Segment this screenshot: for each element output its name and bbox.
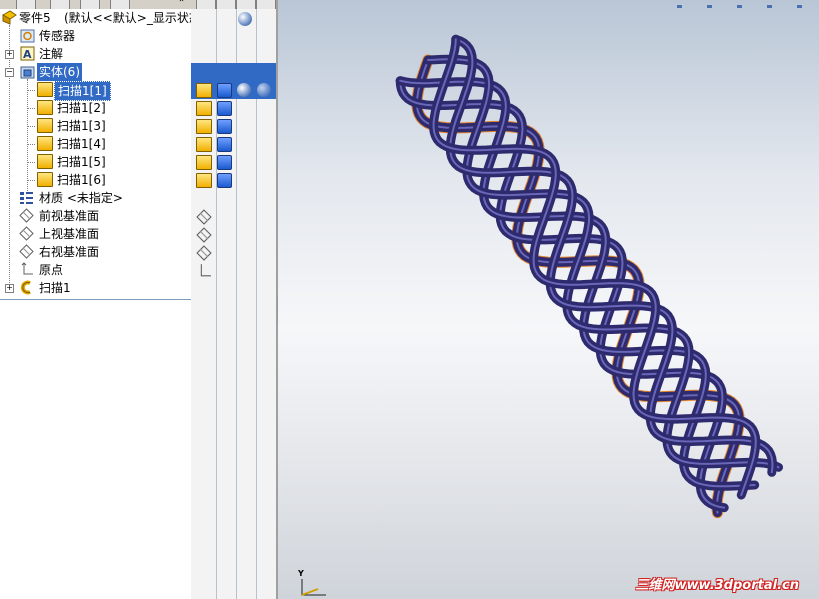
tree-item-label: 注解: [39, 47, 64, 61]
tree-item-label: 扫描1[5]: [57, 155, 106, 169]
display-mode-icon[interactable]: [217, 83, 232, 98]
tree-item-label: 材质 <未指定>: [39, 191, 123, 205]
body-icon: [37, 82, 53, 97]
display-manager-tab[interactable]: [110, 0, 130, 9]
hide-show-body-icon[interactable]: [196, 155, 212, 170]
tree-connector: [27, 126, 35, 127]
tree-item-sensors[interactable]: 传感器: [0, 27, 191, 45]
property-manager-tab[interactable]: [50, 0, 70, 9]
watermark-text: 三维网www.3dportal.cn: [635, 578, 799, 593]
plane-icon: [19, 208, 34, 223]
part-configuration: (默认<<默认>_显示状态: [64, 11, 201, 25]
material-icon: [20, 192, 33, 204]
hide-show-body-icon[interactable]: [196, 119, 212, 134]
scene-tab[interactable]: [196, 0, 216, 9]
origin-visibility-icon[interactable]: [196, 263, 212, 279]
tree-connector: [27, 162, 35, 163]
solid-bodies-folder-icon: [20, 66, 35, 79]
expand-plus-icon[interactable]: +: [5, 50, 14, 59]
feature-tree: 零件5 (默认<<默认>_显示状态 传感器 + A 注解 − 实体(6) 扫描1…: [0, 9, 201, 299]
tree-item-body-3[interactable]: 扫描1[3]: [0, 117, 191, 135]
tree-item-origin[interactable]: 原点: [0, 261, 191, 279]
plane-visibility-icon[interactable]: [196, 245, 212, 261]
display-mode-icon[interactable]: [217, 137, 232, 152]
feature-manager-panel: « 零件5 (默认<<默认>_显示状态 传感器 + A 注解: [0, 0, 276, 599]
tree-connector: [27, 108, 35, 109]
plane-visibility-icon[interactable]: [196, 209, 212, 225]
feature-manager-tab[interactable]: [16, 0, 36, 9]
graphics-viewport[interactable]: Y 三维网www.3dportal.cn: [278, 0, 819, 599]
panel-divider: [0, 299, 191, 300]
display-mode-icon[interactable]: [217, 119, 232, 134]
part-icon: [2, 10, 17, 25]
hide-show-body-icon[interactable]: [196, 83, 212, 98]
appearance-tab[interactable]: [216, 0, 236, 9]
tree-item-label: 扫描1[4]: [57, 137, 106, 151]
svg-text:A: A: [23, 48, 32, 61]
part-name: 零件5: [19, 11, 51, 25]
display-mode-icon[interactable]: [217, 101, 232, 116]
tree-item-label: 传感器: [39, 29, 76, 43]
tree-item-label: 扫描1: [39, 281, 71, 295]
tree-item-solid-bodies[interactable]: − 实体(6): [0, 63, 191, 81]
display-mode-icon[interactable]: [217, 173, 232, 188]
tree-item-right-plane[interactable]: 右视基准面: [0, 243, 191, 261]
tree-item-label: 扫描1[6]: [57, 173, 106, 187]
appearance-ball-icon[interactable]: [238, 12, 252, 26]
hide-show-body-icon[interactable]: [196, 101, 212, 116]
body-icon: [37, 136, 53, 151]
expand-plus-icon[interactable]: +: [5, 284, 14, 293]
sensor-folder-icon: [20, 29, 35, 43]
tree-connector: [27, 180, 35, 181]
tree-item-body-6[interactable]: 扫描1[6]: [0, 171, 191, 189]
plane-visibility-icon[interactable]: [196, 227, 212, 243]
appearance-icon[interactable]: [237, 83, 251, 97]
collapse-chevron-icon[interactable]: «: [178, 0, 184, 5]
lights-tab[interactable]: [256, 0, 276, 9]
body-icon: [37, 172, 53, 187]
origin-icon: [21, 262, 33, 275]
display-mode-icon[interactable]: [217, 155, 232, 170]
hide-show-body-icon[interactable]: [196, 137, 212, 152]
tree-item-annotations[interactable]: + A 注解: [0, 45, 191, 63]
manager-tabs: «: [0, 0, 276, 9]
tree-item-body-1[interactable]: 扫描1[1]: [0, 81, 191, 101]
plane-icon: [19, 244, 34, 259]
hide-show-body-icon[interactable]: [196, 173, 212, 188]
body-icon: [37, 118, 53, 133]
body-icon: [37, 100, 53, 115]
tree-item-body-2[interactable]: 扫描1[2]: [0, 99, 191, 117]
tree-item-label: 扫描1[1]: [54, 81, 111, 101]
braided-sweep-model[interactable]: [278, 0, 819, 599]
decal-tab[interactable]: [236, 0, 256, 9]
triad-axis-label: Y: [298, 569, 304, 578]
tree-item-body-4[interactable]: 扫描1[4]: [0, 135, 191, 153]
tree-item-body-5[interactable]: 扫描1[5]: [0, 153, 191, 171]
tree-item-label: 前视基准面: [39, 209, 100, 223]
tree-item-label: 扫描1[3]: [57, 119, 106, 133]
tree-item-top-plane[interactable]: 上视基准面: [0, 225, 191, 243]
tree-item-front-plane[interactable]: 前视基准面: [0, 207, 191, 225]
tree-item-material[interactable]: 材质 <未指定>: [0, 189, 191, 207]
tree-connector: [27, 144, 35, 145]
reference-triad: Y: [292, 569, 332, 599]
tree-root-part[interactable]: 零件5 (默认<<默认>_显示状态: [0, 9, 201, 27]
tree-item-label: 上视基准面: [39, 227, 100, 241]
tree-item-label: 右视基准面: [39, 245, 100, 259]
body-icon: [37, 154, 53, 169]
configuration-manager-tab[interactable]: [80, 0, 100, 9]
tree-item-label: 实体(6): [37, 63, 82, 81]
annotation-icon: A: [20, 46, 35, 61]
tree-item-sweep[interactable]: + 扫描1: [0, 279, 191, 297]
collapse-minus-icon[interactable]: −: [5, 68, 14, 77]
sweep-feature-icon: [20, 280, 31, 295]
transparency-icon[interactable]: [257, 83, 271, 97]
tree-item-label: 原点: [39, 263, 64, 277]
tree-connector: [27, 90, 35, 91]
tree-item-label: 扫描1[2]: [57, 101, 106, 115]
plane-icon: [19, 226, 34, 241]
